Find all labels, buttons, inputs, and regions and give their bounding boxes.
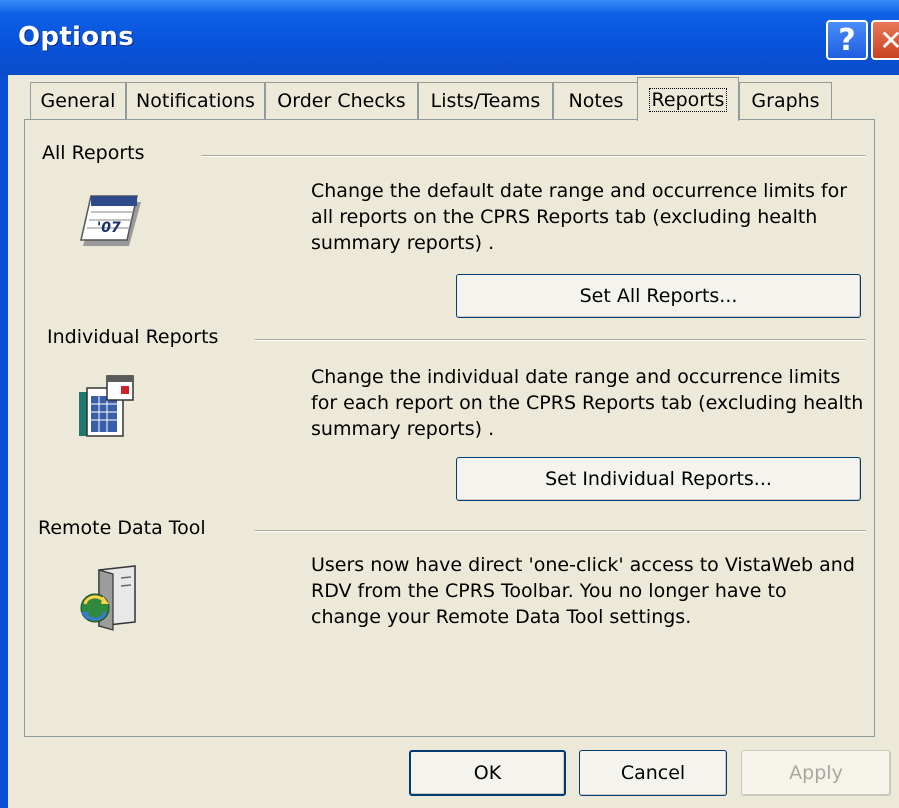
dialog-client-area: General Notifications Order Checks Lists… (8, 75, 899, 808)
all-reports-divider (201, 155, 866, 157)
title-bar[interactable]: Options ? ✕ (0, 0, 899, 75)
tab-lists-teams[interactable]: Lists/Teams (418, 82, 553, 119)
tab-strip: General Notifications Order Checks Lists… (8, 75, 899, 121)
options-dialog: Options ? ✕ General Notifications Order … (0, 0, 899, 808)
window-title: Options (18, 22, 135, 52)
close-button[interactable]: ✕ (871, 20, 899, 60)
ok-label: OK (473, 762, 502, 784)
help-button[interactable]: ? (826, 20, 868, 60)
apply-label: Apply (789, 762, 843, 784)
tab-label: Order Checks (277, 90, 406, 112)
tab-label: Lists/Teams (430, 90, 541, 112)
set-all-reports-button[interactable]: Set All Reports... (456, 274, 861, 318)
report-sheet-icon (79, 375, 134, 437)
cancel-button[interactable]: Cancel (579, 750, 727, 796)
tab-notifications[interactable]: Notifications (126, 82, 265, 119)
tab-label: Notifications (136, 90, 255, 112)
help-icon: ? (838, 22, 856, 58)
tab-label: Notes (568, 90, 624, 112)
tab-notes[interactable]: Notes (553, 82, 639, 119)
tab-graphs[interactable]: Graphs (739, 82, 832, 119)
tab-label: General (40, 90, 116, 112)
remote-data-tool-divider (255, 530, 866, 532)
remote-data-tool-description: Users now have direct 'one-click' access… (311, 554, 855, 628)
window-frame-left (0, 75, 8, 808)
tab-order-checks[interactable]: Order Checks (265, 82, 418, 119)
apply-button[interactable]: Apply (741, 750, 891, 796)
reports-tab-panel: All Reports '07 Change the default date … (24, 119, 875, 737)
remote-data-tool-heading: Remote Data Tool (38, 517, 212, 539)
set-all-reports-label: Set All Reports... (579, 285, 738, 307)
calendar-report-icon: '07 (80, 195, 141, 246)
tab-reports[interactable]: Reports (637, 77, 739, 121)
cancel-label: Cancel (620, 762, 686, 784)
all-reports-description: Change the default date range and occurr… (311, 180, 848, 254)
ok-button[interactable]: OK (409, 750, 566, 796)
remote-data-icon (80, 565, 136, 631)
set-individual-reports-button[interactable]: Set Individual Reports... (456, 457, 861, 501)
set-individual-reports-label: Set Individual Reports... (545, 468, 772, 490)
individual-reports-description: Change the individual date range and occ… (311, 366, 864, 440)
all-reports-heading: All Reports (42, 142, 151, 164)
tab-label: Graphs (751, 90, 820, 112)
tab-label: Reports (648, 87, 728, 112)
svg-text:'07: '07 (97, 220, 121, 236)
tab-general[interactable]: General (30, 82, 126, 119)
individual-reports-heading: Individual Reports (47, 326, 225, 348)
individual-reports-divider (255, 339, 866, 341)
close-icon: ✕ (879, 23, 899, 57)
